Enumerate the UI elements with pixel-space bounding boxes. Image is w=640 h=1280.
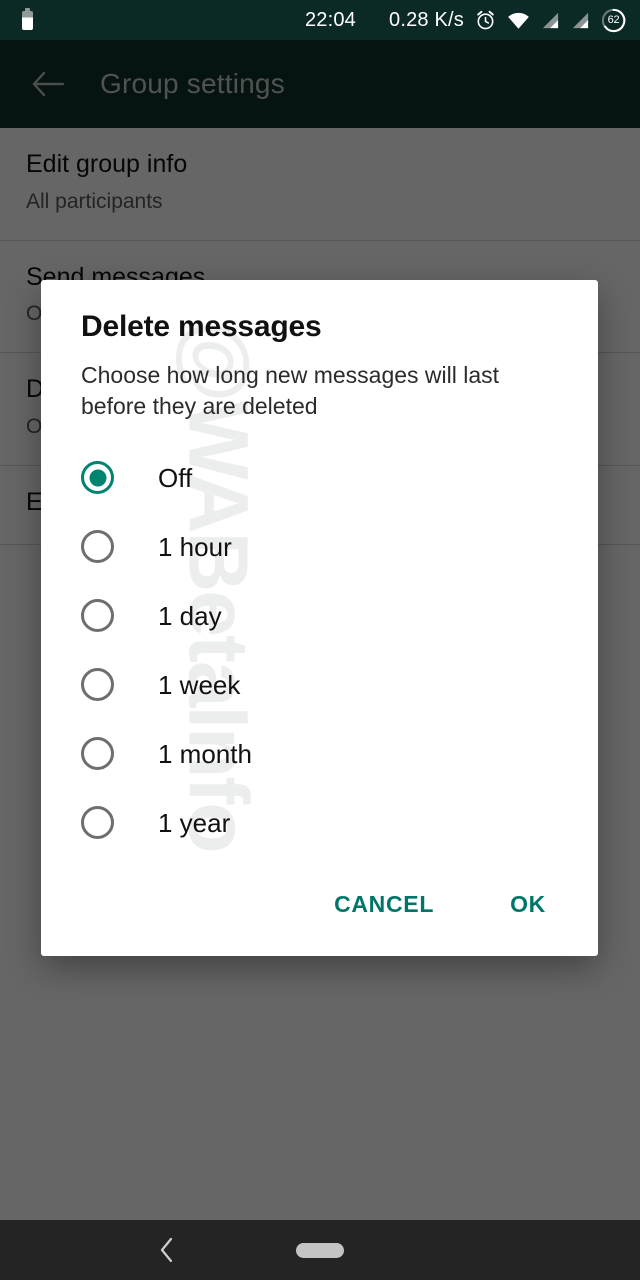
battery-circle-icon: 62: [601, 8, 626, 33]
option-1-year[interactable]: 1 year: [41, 788, 598, 857]
option-label: 1 month: [158, 741, 252, 767]
android-navigation-bar: [0, 1220, 640, 1280]
option-label: 1 hour: [158, 534, 232, 560]
radio-button-icon[interactable]: [81, 737, 114, 770]
status-bar-clock: 22:04: [305, 9, 356, 32]
option-label: Off: [158, 465, 192, 491]
option-label: 1 day: [158, 603, 222, 629]
status-bar-right: 22:04 0.28 K/s: [305, 8, 626, 33]
option-1-hour[interactable]: 1 hour: [41, 512, 598, 581]
battery-percent-text: 62: [601, 8, 626, 33]
alarm-icon: [475, 10, 496, 31]
option-label: 1 year: [158, 810, 230, 836]
radio-button-icon[interactable]: [81, 599, 114, 632]
option-1-day[interactable]: 1 day: [41, 581, 598, 650]
dialog-title: Delete messages: [41, 280, 598, 344]
phone-screen: Group settings Edit group info All parti…: [0, 0, 640, 1280]
ok-button[interactable]: OK: [490, 879, 566, 930]
radio-button-icon[interactable]: [81, 668, 114, 701]
radio-button-icon[interactable]: [81, 461, 114, 494]
option-label: 1 week: [158, 672, 240, 698]
nav-home-pill-icon[interactable]: [296, 1243, 344, 1258]
option-1-month[interactable]: 1 month: [41, 719, 598, 788]
wifi-icon: [507, 10, 530, 31]
dialog-subtitle: Choose how long new messages will last b…: [41, 344, 598, 421]
signal-icon: [541, 11, 560, 30]
delete-messages-dialog: @WABetaInfo Delete messages Choose how l…: [41, 280, 598, 956]
option-off[interactable]: Off: [41, 443, 598, 512]
dialog-actions: CANCEL OK: [41, 857, 598, 956]
cancel-button[interactable]: CANCEL: [314, 879, 454, 930]
radio-button-icon[interactable]: [81, 530, 114, 563]
status-bar: 22:04 0.28 K/s: [0, 0, 640, 40]
network-speed-text: 0.28 K/s: [389, 9, 464, 32]
duration-options-group: Off 1 hour 1 day 1 week 1 month: [41, 421, 598, 857]
option-1-week[interactable]: 1 week: [41, 650, 598, 719]
notification-battery-icon: [22, 11, 33, 30]
signal-icon: [571, 11, 590, 30]
status-bar-left: [22, 11, 33, 30]
radio-button-icon[interactable]: [81, 806, 114, 839]
nav-back-chevron-icon[interactable]: [140, 1223, 194, 1277]
dialog-content: Delete messages Choose how long new mess…: [41, 280, 598, 956]
